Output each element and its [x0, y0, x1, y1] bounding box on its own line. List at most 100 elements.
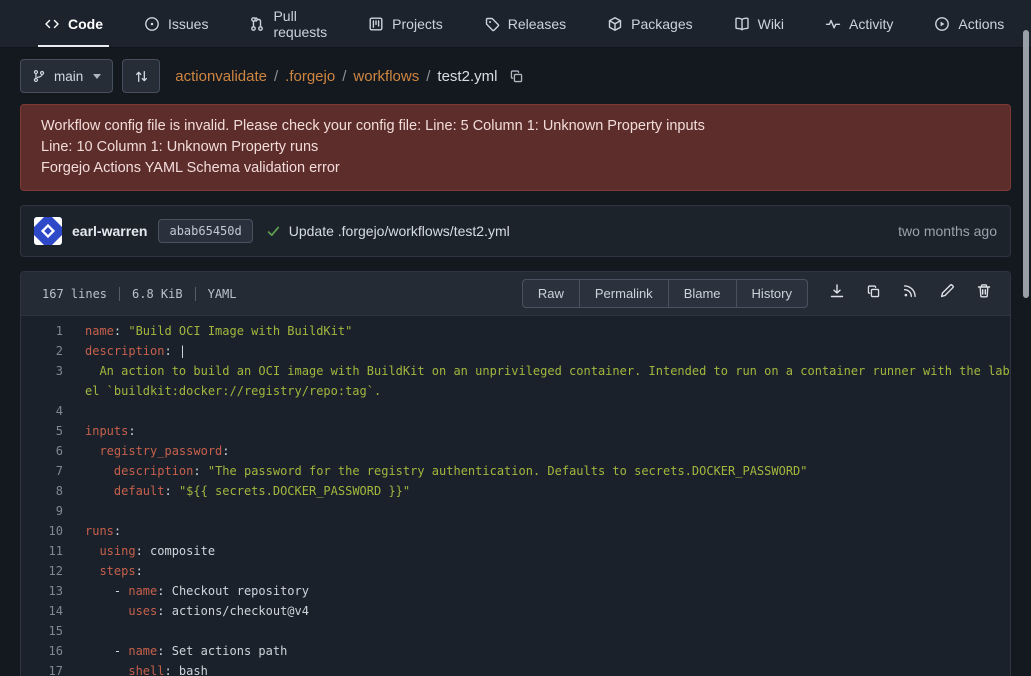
commit-message[interactable]: Update .forgejo/workflows/test2.yml — [289, 223, 510, 239]
file-action-icons — [829, 283, 992, 304]
line-number[interactable]: 10 — [21, 521, 85, 541]
edit-icon[interactable] — [939, 283, 955, 299]
code-line-content: description: "The password for the regis… — [85, 461, 1010, 481]
compare-icon — [134, 69, 149, 84]
play-circle-icon — [934, 16, 950, 32]
error-message-line: Workflow config file is invalid. Please … — [41, 116, 990, 137]
raw-button[interactable]: Raw — [522, 279, 579, 308]
issue-icon — [144, 16, 160, 32]
package-icon — [607, 16, 623, 32]
line-number[interactable]: 2 — [21, 341, 85, 361]
line-number[interactable]: 3 — [21, 361, 85, 401]
permalink-button[interactable]: Permalink — [579, 279, 668, 308]
nav-tab-label: Packages — [631, 16, 692, 32]
rss-feed-button[interactable] — [902, 283, 918, 304]
download-icon[interactable] — [829, 283, 845, 299]
breadcrumb-item-test2-yml: test2.yml — [437, 68, 497, 85]
branch-bar: main actionvalidate/.forgejo/workflows/t… — [20, 58, 1011, 94]
nav-tab-wiki[interactable]: Wiki — [728, 0, 790, 47]
nav-tab-label: Projects — [392, 16, 443, 32]
line-number[interactable]: 5 — [21, 421, 85, 441]
rss-icon[interactable] — [902, 283, 918, 299]
code-line: 2description: | — [21, 341, 1010, 361]
code-line: 1name: "Build OCI Image with BuildKit" — [21, 321, 1010, 341]
file-language: YAML — [208, 287, 237, 301]
nav-tab-label: Code — [68, 16, 103, 32]
delete-file-button[interactable] — [976, 283, 992, 304]
history-button[interactable]: History — [736, 279, 808, 308]
scrollbar-thumb[interactable] — [1023, 30, 1029, 298]
error-banner: Workflow config file is invalid. Please … — [20, 104, 1011, 191]
code-line: 3 An action to build an OCI image with B… — [21, 361, 1010, 401]
breadcrumb-separator: / — [426, 68, 430, 85]
line-number[interactable]: 12 — [21, 561, 85, 581]
code-line-content — [85, 621, 1010, 641]
nav-tab-code[interactable]: Code — [38, 0, 109, 47]
line-number[interactable]: 9 — [21, 501, 85, 521]
nav-tab-issues[interactable]: Issues — [138, 0, 214, 47]
breadcrumb: actionvalidate/.forgejo/workflows/test2.… — [175, 68, 524, 85]
nav-tab-label: Activity — [849, 16, 893, 32]
line-number[interactable]: 17 — [21, 661, 85, 676]
code-line: 9 — [21, 501, 1010, 521]
code-line: 17 shell: bash — [21, 661, 1010, 676]
blame-button[interactable]: Blame — [668, 279, 736, 308]
page-content: main actionvalidate/.forgejo/workflows/t… — [0, 58, 1031, 676]
code-line-content — [85, 501, 1010, 521]
nav-tab-packages[interactable]: Packages — [601, 0, 698, 47]
line-number[interactable]: 8 — [21, 481, 85, 501]
nav-tab-label: Issues — [168, 16, 208, 32]
download-button[interactable] — [829, 283, 845, 304]
nav-tab-actions[interactable]: Actions — [928, 0, 1010, 47]
nav-tab-label: Actions — [958, 16, 1004, 32]
line-number[interactable]: 13 — [21, 581, 85, 601]
line-number[interactable]: 14 — [21, 601, 85, 621]
code-line: 7 description: "The password for the reg… — [21, 461, 1010, 481]
code-line: 6 registry_password: — [21, 441, 1010, 461]
nav-tab-pull-requests[interactable]: Pull requests — [243, 0, 333, 47]
code-line: 11 using: composite — [21, 541, 1010, 561]
nav-tab-activity[interactable]: Activity — [819, 0, 899, 47]
view-button-group: RawPermalinkBlameHistory — [522, 279, 808, 308]
breadcrumb-item-workflows[interactable]: workflows — [353, 68, 419, 85]
code-view: 1name: "Build OCI Image with BuildKit"2d… — [21, 316, 1010, 676]
copy-file-button[interactable] — [866, 284, 881, 304]
breadcrumb-item--forgejo[interactable]: .forgejo — [285, 68, 335, 85]
file-size: 6.8 KiB — [132, 287, 183, 301]
code-line: 5inputs: — [21, 421, 1010, 441]
book-icon — [734, 16, 750, 32]
line-number[interactable]: 1 — [21, 321, 85, 341]
compare-button[interactable] — [122, 59, 160, 93]
line-number[interactable]: 4 — [21, 401, 85, 421]
file-lines-count: 167 lines — [42, 287, 107, 301]
commit-sha-badge[interactable]: abab65450d — [158, 219, 252, 243]
line-number[interactable]: 6 — [21, 441, 85, 461]
page-scrollbar[interactable] — [1021, 0, 1031, 676]
nav-tab-releases[interactable]: Releases — [478, 0, 572, 47]
commit-time: two months ago — [898, 223, 997, 239]
nav-tab-projects[interactable]: Projects — [362, 0, 449, 47]
line-number[interactable]: 16 — [21, 641, 85, 661]
branch-name: main — [54, 69, 83, 84]
code-line-content: uses: actions/checkout@v4 — [85, 601, 1010, 621]
breadcrumb-item-actionvalidate[interactable]: actionvalidate — [175, 68, 267, 85]
line-number[interactable]: 7 — [21, 461, 85, 481]
code-line: 16 - name: Set actions path — [21, 641, 1010, 661]
code-icon — [44, 16, 60, 32]
copy-path-icon[interactable] — [509, 69, 524, 84]
nav-tab-label: Pull requests — [273, 8, 327, 40]
commit-status-check-icon[interactable] — [266, 224, 281, 239]
branch-selector[interactable]: main — [20, 59, 113, 93]
copy-icon[interactable] — [866, 284, 881, 299]
commit-author[interactable]: earl-warren — [72, 223, 147, 239]
avatar[interactable] — [34, 217, 62, 245]
delete-icon[interactable] — [976, 283, 992, 299]
edit-file-button[interactable] — [939, 283, 955, 304]
code-line: 13 - name: Checkout repository — [21, 581, 1010, 601]
code-line: 15 — [21, 621, 1010, 641]
code-line: 10runs: — [21, 521, 1010, 541]
file-view-panel: 167 lines 6.8 KiB YAML RawPermalinkBlame… — [20, 271, 1011, 676]
line-number[interactable]: 11 — [21, 541, 85, 561]
line-number[interactable]: 15 — [21, 621, 85, 641]
code-line-content: registry_password: — [85, 441, 1010, 461]
